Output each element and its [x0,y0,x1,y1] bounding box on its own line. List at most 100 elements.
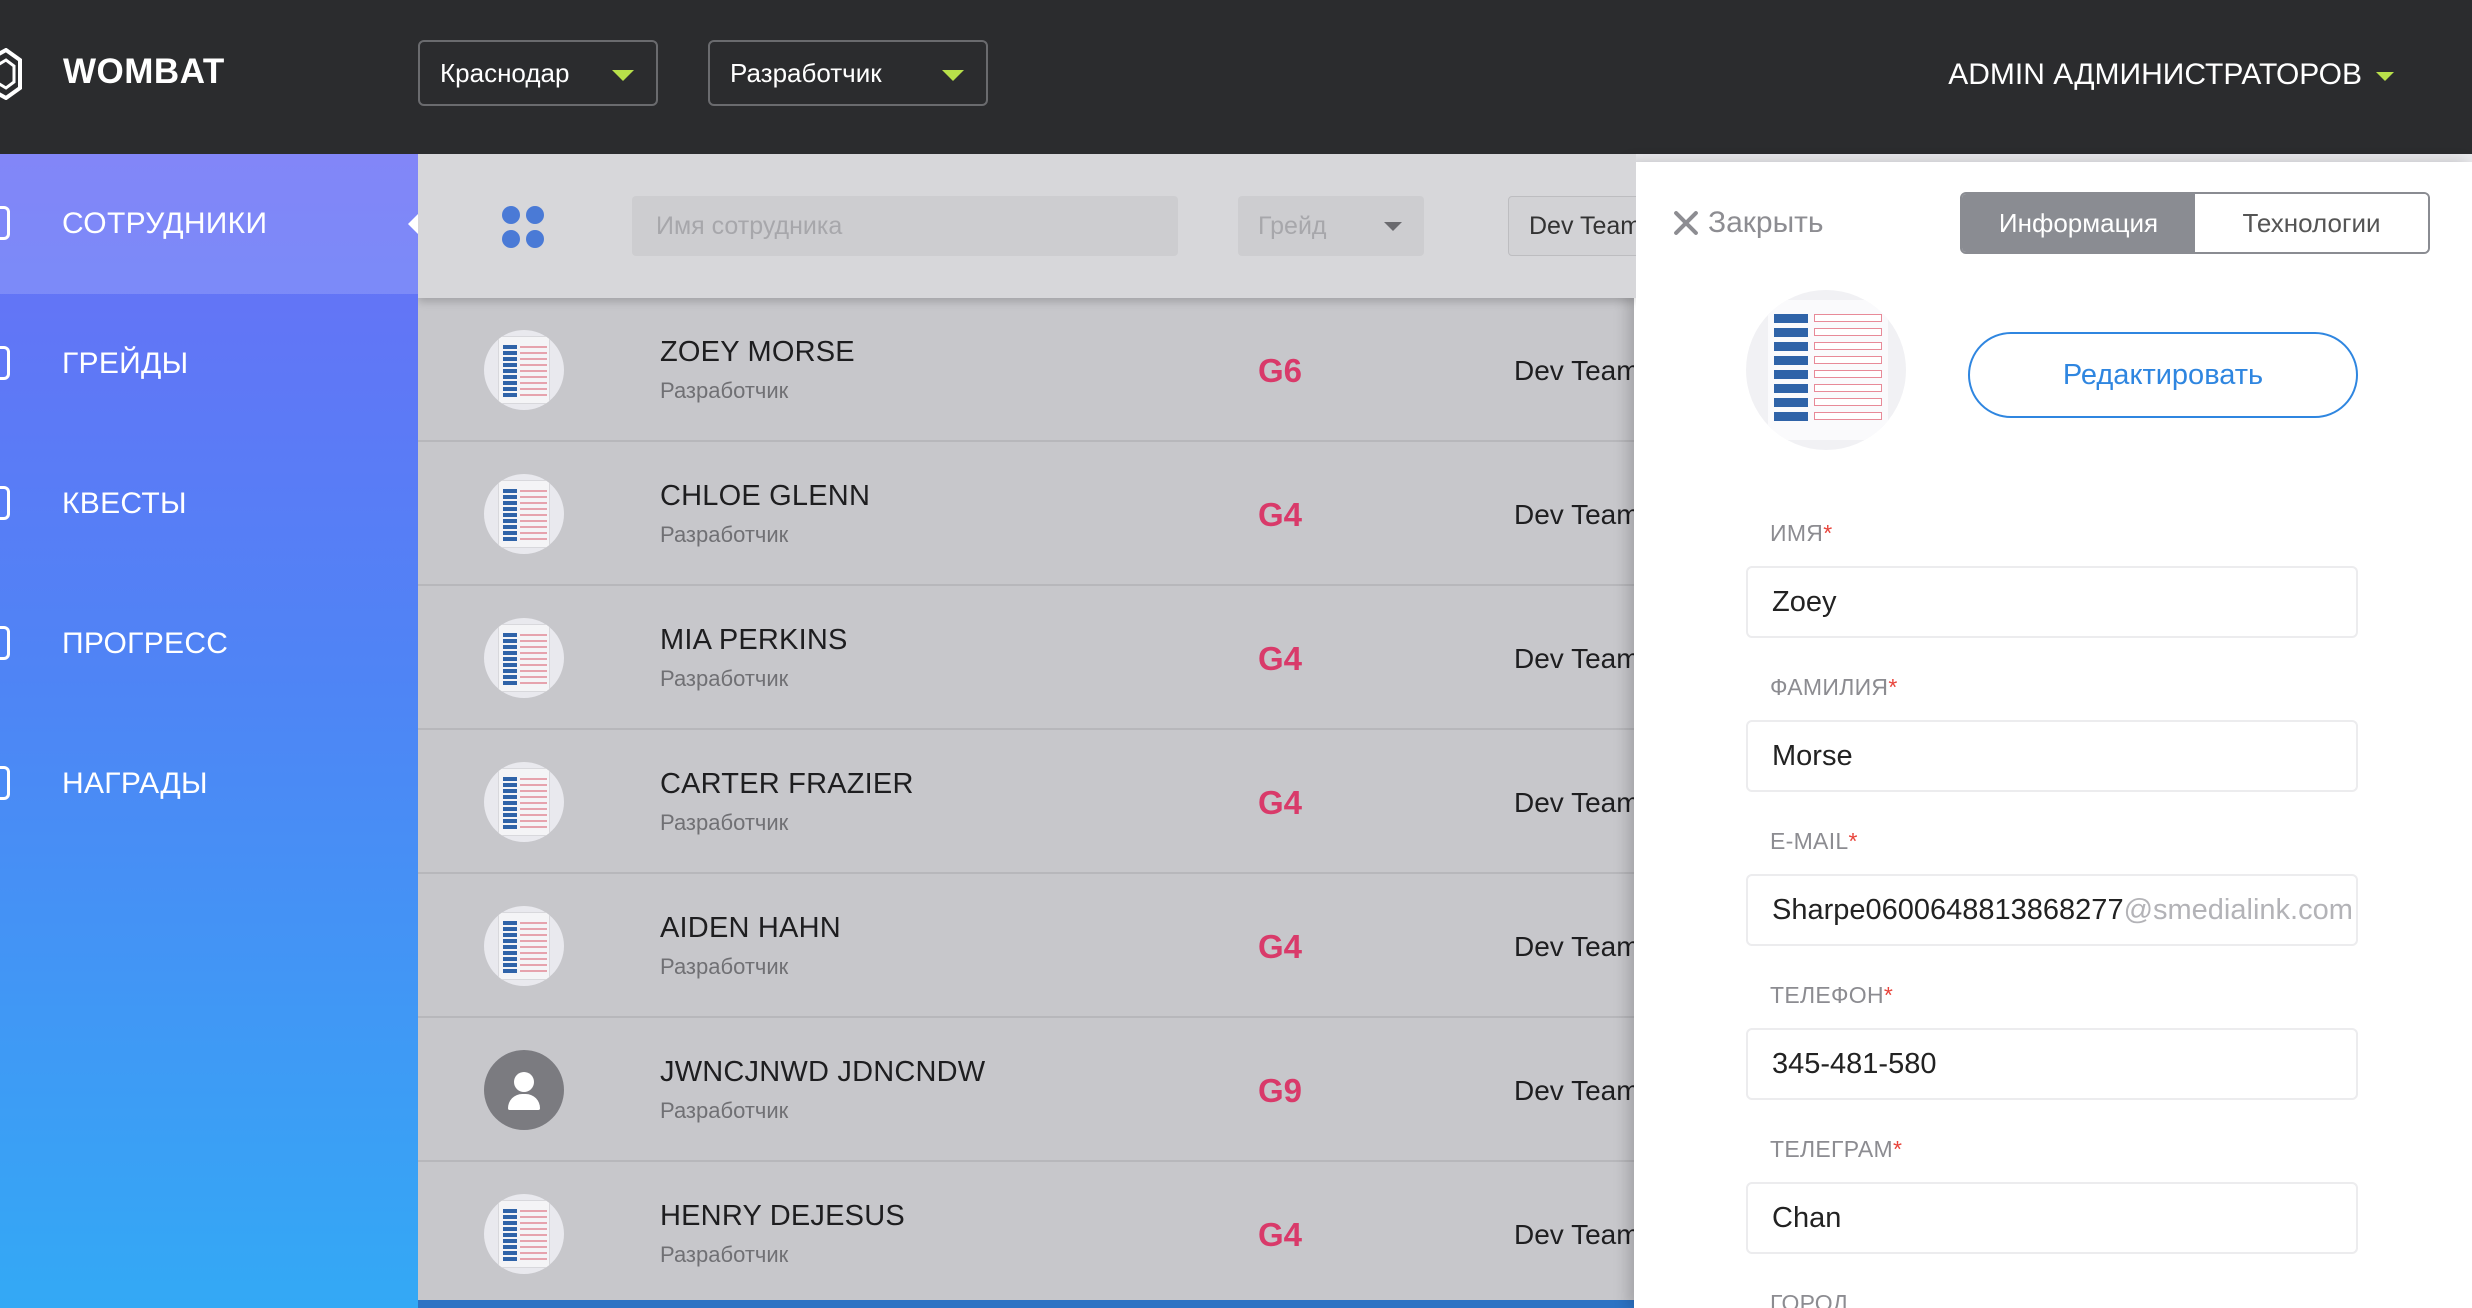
employee-team: Dev Team [1514,787,1636,818]
team-filter-select[interactable]: Dev Team [1508,196,1636,256]
award-icon [0,766,10,800]
employee-name: CHLOE GLENN [660,480,871,512]
employee-role: Разработчик [660,1242,789,1267]
employee-role: Разработчик [660,954,789,979]
brand-name: WOMBAT [63,52,225,91]
first-name-field[interactable]: Zoey [1746,566,2358,638]
table-row[interactable]: ZOEY MORSE Разработчик G6 Dev Team [418,298,1636,442]
city-select[interactable]: Краснодар [418,40,658,106]
grid-view-icon[interactable] [502,206,546,250]
employee-detail-panel: Закрыть Информация Технологии Редактиров… [1634,162,2472,1308]
role-select[interactable]: Разработчик [708,40,988,106]
avatar [484,1194,564,1274]
edit-button[interactable]: Редактировать [1968,332,2358,418]
employee-grade: G4 [1258,640,1303,677]
email-value: Sharpe0600648813868277 [1772,894,2124,926]
tab-technologies[interactable]: Технологии [2195,194,2428,252]
employee-grade: G6 [1258,352,1303,389]
employee-name: AIDEN HAHN [660,912,841,944]
first-name-value: Zoey [1772,586,1837,618]
wombat-logo-icon [0,48,22,100]
sidebar-item-label: ГРЕЙДЫ [62,347,189,380]
last-name-label: ФАМИЛИЯ* [1770,674,1898,700]
close-label: Закрыть [1708,206,1824,239]
chart-icon [0,626,10,660]
table-row[interactable]: MIA PERKINS Разработчик G4 Dev Team [418,586,1636,730]
sidebar-item-label: СОТРУДНИКИ [62,207,268,240]
email-domain: @smedialink.com [2123,894,2353,926]
avatar [484,618,564,698]
avatar [484,762,564,842]
table-row[interactable]: AIDEN HAHN Разработчик G4 Dev Team [418,874,1636,1018]
employee-role: Разработчик [660,522,789,547]
employee-role: Разработчик [660,666,789,691]
users-icon [0,206,10,240]
sidebar: СОТРУДНИКИ ГРЕЙДЫ КВЕСТЫ ПРОГРЕСС НАГРАД… [0,154,418,1308]
employee-grade: G4 [1258,928,1303,965]
sidebar-item-employees[interactable]: СОТРУДНИКИ [0,154,418,294]
employee-team: Dev Team [1514,499,1636,530]
employee-name: JWNCJNWD JDNCNDW [660,1056,986,1088]
grade-filter-select[interactable]: Грейд [1238,196,1424,256]
list-bottom-bar [418,1300,1636,1308]
list-icon [0,346,10,380]
employee-grade: G4 [1258,1216,1303,1253]
sidebar-item-quests[interactable]: КВЕСТЫ [0,434,418,574]
telegram-field[interactable]: Chan [1746,1182,2358,1254]
employee-name: MIA PERKINS [660,624,848,656]
employee-name: CARTER FRAZIER [660,768,914,800]
sidebar-item-progress[interactable]: ПРОГРЕСС [0,574,418,714]
employee-grade: G9 [1258,1072,1303,1109]
team-filter-value: Dev Team [1529,212,1636,240]
top-header: WOMBAT Краснодар Разработчик ADMIN АДМИН… [0,0,2472,154]
telegram-value: Chan [1772,1202,1842,1234]
employee-list-area: Грейд Dev Team ZOEY MORSE Разработчик G6… [418,154,1636,1308]
table-row[interactable]: CHLOE GLENN Разработчик G4 Dev Team [418,442,1636,586]
email-label: E-MAIL* [1770,828,1858,854]
first-name-label: ИМЯ* [1770,520,1833,546]
phone-label: ТЕЛЕФОН* [1770,982,1894,1008]
table-row[interactable]: JWNCJNWD JDNCNDW Разработчик G9 Dev Team [418,1018,1636,1162]
employee-name: ZOEY MORSE [660,336,855,368]
panel-tabs: Информация Технологии [1960,192,2430,254]
employee-team: Dev Team [1514,1075,1636,1106]
user-menu[interactable]: ADMIN АДМИНИСТРАТОРОВ [1948,58,2362,92]
email-field[interactable]: Sharpe0600648813868277@smedialink.com [1746,874,2358,946]
employee-role: Разработчик [660,810,789,835]
employee-search-input[interactable] [632,196,1178,256]
tab-info[interactable]: Информация [1962,194,2195,252]
avatar [484,474,564,554]
chevron-down-icon [942,70,964,81]
sidebar-item-grades[interactable]: ГРЕЙДЫ [0,294,418,434]
chevron-down-icon [1384,222,1402,231]
sidebar-item-label: ПРОГРЕСС [62,627,229,660]
filter-bar: Грейд Dev Team [418,154,1636,298]
employee-team: Dev Team [1514,355,1636,386]
table-row[interactable]: CARTER FRAZIER Разработчик G4 Dev Team [418,730,1636,874]
employee-role: Разработчик [660,1098,789,1123]
user-menu-chevron-icon[interactable] [2376,72,2394,81]
employee-grade: G4 [1258,496,1303,533]
employee-team: Dev Team [1514,1219,1636,1250]
sidebar-item-awards[interactable]: НАГРАДЫ [0,714,418,854]
phone-field[interactable]: 345-481-580 [1746,1028,2358,1100]
employee-grade: G4 [1258,784,1303,821]
chevron-down-icon [612,70,634,81]
city-select-value: Краснодар [440,58,570,88]
collapse-caret-icon[interactable] [408,214,418,234]
telegram-label: ТЕЛЕГРАМ* [1770,1136,1903,1162]
employee-rows: ZOEY MORSE Разработчик G6 Dev Team CHLOE… [418,298,1636,1306]
employee-name: HENRY DEJESUS [660,1200,905,1232]
quest-icon [0,486,10,520]
phone-value: 345-481-580 [1772,1048,1937,1080]
employee-team: Dev Team [1514,643,1636,674]
avatar [484,906,564,986]
city-label: ГОРОД [1770,1290,1849,1308]
employee-role: Разработчик [660,378,789,403]
table-row[interactable]: HENRY DEJESUS Разработчик G4 Dev Team [418,1162,1636,1306]
role-select-value: Разработчик [730,58,882,88]
grade-filter-placeholder: Грейд [1258,212,1327,240]
close-button[interactable]: Закрыть [1672,206,1824,240]
last-name-field[interactable]: Morse [1746,720,2358,792]
employee-team: Dev Team [1514,931,1636,962]
